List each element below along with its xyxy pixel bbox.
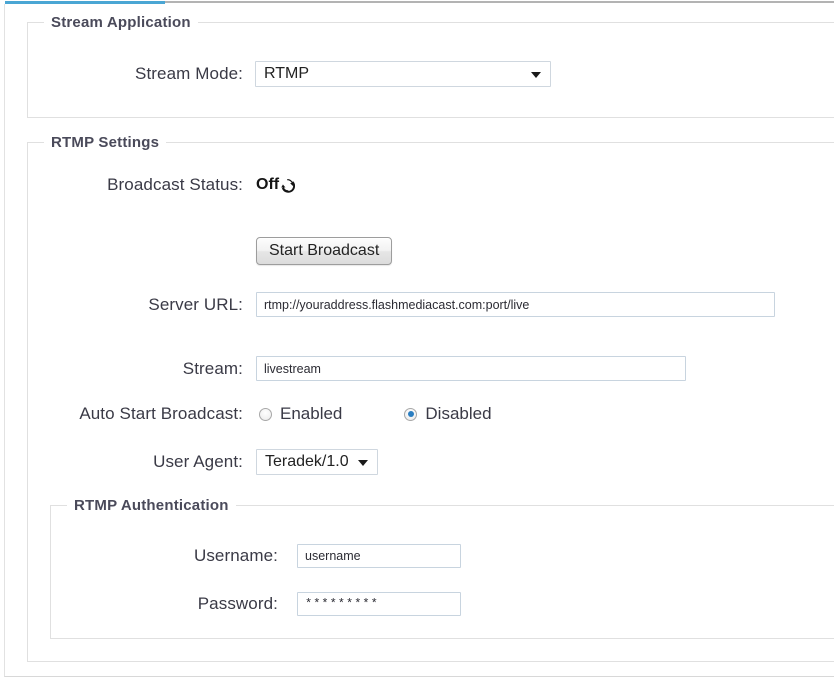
broadcast-status-value: Off xyxy=(256,176,280,193)
auto-start-broadcast-label: Auto Start Broadcast: xyxy=(79,404,243,423)
settings-page-frame: Stream Application Stream Mode: RTMP RTM… xyxy=(4,4,834,677)
auto-start-broadcast-row: Auto Start Broadcast: Enabled Disabled xyxy=(28,404,528,424)
stream-mode-select[interactable]: RTMP xyxy=(255,61,551,87)
password-label: Password: xyxy=(197,594,278,613)
chevron-down-icon xyxy=(531,72,541,78)
username-input[interactable] xyxy=(297,544,461,568)
start-broadcast-button[interactable]: Start Broadcast xyxy=(256,237,393,265)
broadcast-status-label: Broadcast Status: xyxy=(107,175,243,194)
stream-application-section: Stream Application Stream Mode: RTMP xyxy=(27,14,834,118)
stream-name-label: Stream: xyxy=(182,358,243,378)
server-url-input[interactable] xyxy=(256,292,775,317)
user-agent-select[interactable]: Teradek/1.0 xyxy=(256,449,378,475)
user-agent-value: Teradek/1.0 xyxy=(265,453,349,470)
rtmp-settings-section: RTMP Settings Broadcast Status: Off Star… xyxy=(27,134,834,662)
auto-start-radio-enabled[interactable]: Enabled xyxy=(259,404,342,424)
auto-start-radio-disabled[interactable]: Disabled xyxy=(404,404,492,424)
broadcast-status-value-group: Off xyxy=(256,176,296,194)
stream-mode-value: RTMP xyxy=(264,65,310,82)
start-broadcast-row: Start Broadcast xyxy=(256,237,393,265)
stream-application-legend: Stream Application xyxy=(44,14,198,31)
username-label: Username: xyxy=(193,546,278,565)
auto-start-broadcast-radio-group: Enabled Disabled xyxy=(259,404,492,424)
password-input[interactable] xyxy=(297,592,461,616)
auto-start-radio-disabled-label: Disabled xyxy=(425,404,492,423)
server-url-label: Server URL: xyxy=(148,294,243,314)
auto-start-radio-enabled-label: Enabled xyxy=(280,404,343,423)
rtmp-authentication-section: RTMP Authentication Username: Password: xyxy=(50,497,834,639)
chevron-down-icon xyxy=(358,460,368,466)
username-row: Username: xyxy=(51,544,491,568)
stream-mode-row: Stream Mode: RTMP xyxy=(28,61,560,87)
password-row: Password: xyxy=(51,592,491,616)
rtmp-authentication-legend: RTMP Authentication xyxy=(67,497,236,514)
user-agent-label: User Agent: xyxy=(153,452,243,471)
stream-name-input[interactable] xyxy=(256,356,686,381)
stream-mode-label: Stream Mode: xyxy=(135,64,243,83)
radio-dot-enabled[interactable] xyxy=(259,407,272,421)
server-url-row: Server URL: xyxy=(28,292,788,317)
user-agent-row: User Agent: Teradek/1.0 xyxy=(28,449,428,475)
refresh-icon[interactable] xyxy=(280,178,296,193)
stream-name-row: Stream: xyxy=(28,356,708,381)
radio-dot-disabled[interactable] xyxy=(404,407,418,421)
broadcast-status-row: Broadcast Status: Off xyxy=(28,175,428,195)
rtmp-settings-legend: RTMP Settings xyxy=(44,134,167,151)
